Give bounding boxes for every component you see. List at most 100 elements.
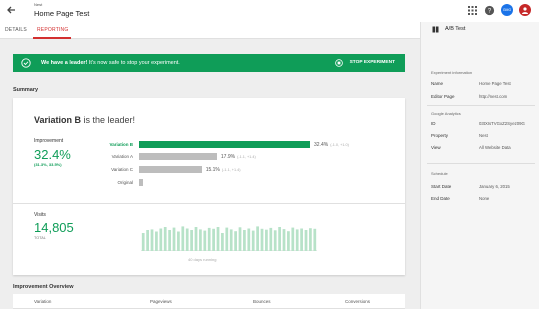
visits-bar <box>265 229 268 251</box>
visits-bar <box>221 233 224 251</box>
visits-bar <box>300 228 303 251</box>
stop-experiment-button[interactable]: STOP EXPERIMENT <box>350 60 395 65</box>
column-bounces[interactable]: Bounces <box>253 299 271 304</box>
section-heading-experiment: Experiment information <box>431 70 473 75</box>
sidebar: Experiment information Name Home Page Te… <box>420 39 539 309</box>
divider <box>13 203 405 204</box>
apps-grid-icon[interactable] <box>467 5 478 16</box>
id-value: 03tXIsTVGxZ2Syez09G <box>479 121 525 126</box>
section-heading-schedule: Schedule <box>431 171 448 176</box>
visits-bar <box>199 229 202 251</box>
variation-range: (-1.1, +1.4) <box>221 168 241 172</box>
visits-bar <box>282 229 286 251</box>
name-value: Home Page Test <box>479 81 511 86</box>
days-running: 40 days running <box>188 257 217 262</box>
variation-bar[interactable] <box>139 141 310 148</box>
summary-card: Variation B is the leader! Improvement 3… <box>13 98 405 275</box>
visits-label: Visits <box>34 212 46 218</box>
editor-page-label: Editor Page <box>431 94 455 99</box>
variation-bar[interactable] <box>139 166 202 173</box>
visits-bar <box>273 230 277 251</box>
variation-bar[interactable] <box>139 153 217 160</box>
visits-bar <box>168 230 171 251</box>
visits-bar <box>225 227 229 251</box>
banner-message-bold: We have a leader! <box>41 60 88 66</box>
view-label: View <box>431 145 441 150</box>
account-initials: GMG <box>502 8 512 12</box>
leader-headline: Variation B is the leader! <box>34 115 135 125</box>
check-circle-icon <box>21 58 31 68</box>
end-date-label: End Date <box>431 196 450 201</box>
summary-heading: Summary <box>13 87 39 93</box>
leader-suffix: is the leader! <box>81 115 136 125</box>
variation-range: (-1.0, +1.0) <box>330 143 349 147</box>
account-badge[interactable]: GMG <box>501 4 513 16</box>
page-title: Home Page Test <box>34 9 90 18</box>
variation-name: Variation B <box>109 142 133 147</box>
visits-bar <box>269 227 273 251</box>
end-date-value: None <box>479 196 490 201</box>
visits-bar <box>216 227 220 251</box>
user-icon <box>522 7 528 14</box>
visits-bar <box>260 228 264 251</box>
banner-message: We have a leader! It's now safe to stop … <box>41 60 180 66</box>
variation-row: Variation B 32.4% (-1.0, +1.0) <box>13 141 405 149</box>
start-date-value: January 6, 2015 <box>479 184 510 189</box>
sidebar-header: A/B Test <box>420 22 539 39</box>
visits-bar <box>163 227 167 251</box>
variation-percent: 15.1% (-1.1, +1.4) <box>206 167 241 173</box>
avatar[interactable] <box>519 4 531 16</box>
visits-bar <box>181 226 185 251</box>
visits-bar <box>234 231 237 251</box>
visits-bar <box>287 231 290 251</box>
tab-reporting[interactable]: REPORTING <box>37 27 68 33</box>
visits-bar <box>207 227 211 251</box>
visits-bar <box>278 227 281 251</box>
visits-bar <box>238 227 242 251</box>
visits-bar <box>150 229 154 251</box>
editor-page-link[interactable]: http://nest.com <box>479 94 507 99</box>
visits-value: 14,805 <box>34 220 74 235</box>
banner-message-rest: It's now safe to stop your experiment. <box>87 60 180 66</box>
leader-banner: We have a leader! It's now safe to stop … <box>13 54 405 72</box>
property-label: Property <box>431 133 449 138</box>
visits-bar <box>243 230 246 251</box>
visits-bar <box>203 230 207 251</box>
visits-bar <box>146 230 149 251</box>
divider <box>427 163 535 164</box>
variation-range: (-1.1, +1.4) <box>237 155 256 159</box>
variation-name: Original <box>117 180 133 185</box>
section-heading-analytics: Google Analytics <box>431 111 461 116</box>
visits-bar <box>247 228 251 251</box>
sidebar-title: A/B Test <box>445 26 466 32</box>
visits-bar <box>190 230 193 251</box>
visits-bar <box>295 229 299 251</box>
variation-name: Variation A <box>111 154 133 159</box>
visits-bar <box>251 230 255 251</box>
visits-bar <box>256 226 259 251</box>
visits-bar <box>141 233 145 251</box>
start-date-label: Start Date <box>431 184 452 189</box>
divider <box>427 105 535 106</box>
column-pageviews[interactable]: Pageviews <box>150 299 172 304</box>
column-variation[interactable]: Variation <box>34 299 51 304</box>
variation-row: Variation C 15.1% (-1.1, +1.4) <box>13 166 405 174</box>
variation-percent-value: 32.4% <box>314 142 329 148</box>
tab-details[interactable]: DETAILS <box>5 27 27 33</box>
name-label: Name <box>431 81 444 86</box>
visits-bar <box>172 227 176 251</box>
stop-icon[interactable] <box>335 59 343 67</box>
visits-bar <box>177 231 180 251</box>
back-arrow-icon[interactable] <box>5 4 17 16</box>
visits-bar <box>212 228 215 251</box>
column-conversions[interactable]: Conversions <box>345 299 370 304</box>
overview-table-header: Variation Pageviews Bounces Conversions <box>13 294 405 309</box>
breadcrumb[interactable]: Nest <box>34 2 42 7</box>
variation-bar[interactable] <box>139 179 143 186</box>
experiment-icon <box>432 26 439 33</box>
variation-row: Original <box>13 179 405 187</box>
visits-bar <box>159 228 163 251</box>
visits-bar <box>291 227 295 251</box>
visits-total-label: TOTAL <box>34 236 46 240</box>
help-icon[interactable]: ? <box>484 5 495 16</box>
